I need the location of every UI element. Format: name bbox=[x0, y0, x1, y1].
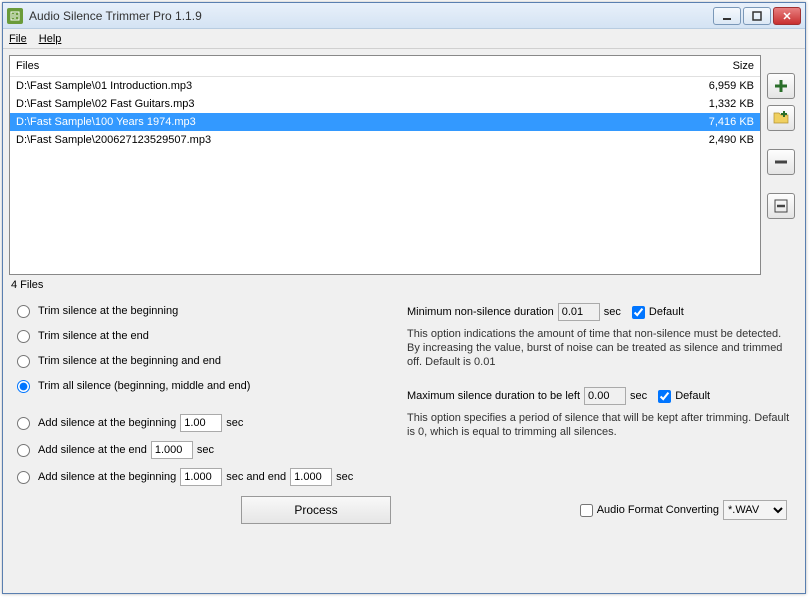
file-area: Files Size D:\Fast Sample\01 Introductio… bbox=[9, 55, 761, 299]
format-select[interactable]: *.WAV bbox=[723, 500, 787, 520]
file-name-cell: D:\Fast Sample\200627123529507.mp3 bbox=[16, 132, 674, 148]
max-duration-label: Maximum silence duration to be left bbox=[407, 390, 580, 402]
min-default-label: Default bbox=[649, 306, 684, 318]
trim-options: Trim silence at the beginning Trim silen… bbox=[17, 303, 377, 486]
content-area: Files Size D:\Fast Sample\01 Introductio… bbox=[3, 49, 805, 593]
clear-all-button[interactable] bbox=[767, 193, 795, 219]
max-duration-value[interactable] bbox=[584, 387, 626, 405]
radio-add-begin-input[interactable] bbox=[17, 417, 30, 430]
add-end-value[interactable] bbox=[151, 441, 193, 459]
min-default-checkbox[interactable] bbox=[632, 306, 645, 319]
duration-options: Minimum non-silence duration sec Default… bbox=[407, 303, 791, 486]
remove-file-button[interactable] bbox=[767, 149, 795, 175]
radio-add-both[interactable]: Add silence at the beginning sec and end… bbox=[17, 468, 377, 486]
menu-file[interactable]: File bbox=[9, 33, 27, 45]
menu-bar: File Help bbox=[3, 29, 805, 49]
file-name-cell: D:\Fast Sample\100 Years 1974.mp3 bbox=[16, 114, 674, 130]
radio-add-begin-label: Add silence at the beginning bbox=[38, 415, 176, 431]
radio-trim-end[interactable]: Trim silence at the end bbox=[17, 328, 377, 344]
close-icon bbox=[782, 11, 792, 21]
minus-icon bbox=[773, 154, 789, 170]
radio-trim-begin-input[interactable] bbox=[17, 305, 30, 318]
header-size[interactable]: Size bbox=[674, 60, 754, 72]
radio-add-end-input[interactable] bbox=[17, 444, 30, 457]
radio-add-both-label-b: sec and end bbox=[226, 469, 286, 485]
maximize-button[interactable] bbox=[743, 7, 771, 25]
add-folder-button[interactable] bbox=[767, 105, 795, 131]
radio-add-begin[interactable]: Add silence at the beginning sec bbox=[17, 414, 377, 432]
radio-add-both-label-a: Add silence at the beginning bbox=[38, 469, 176, 485]
maximize-icon bbox=[752, 11, 762, 21]
file-size-cell: 1,332 KB bbox=[674, 96, 754, 112]
max-default-checkbox[interactable] bbox=[658, 390, 671, 403]
file-list-header: Files Size bbox=[10, 56, 760, 77]
format-convert-checkbox[interactable] bbox=[580, 504, 593, 517]
minimize-button[interactable] bbox=[713, 7, 741, 25]
sec-label: sec bbox=[226, 415, 243, 431]
add-file-button[interactable] bbox=[767, 73, 795, 99]
file-size-cell: 6,959 KB bbox=[674, 78, 754, 94]
table-row[interactable]: D:\Fast Sample\01 Introduction.mp36,959 … bbox=[10, 77, 760, 95]
radio-trim-all-input[interactable] bbox=[17, 380, 30, 393]
radio-add-both-input[interactable] bbox=[17, 471, 30, 484]
table-row[interactable]: D:\Fast Sample\02 Fast Guitars.mp31,332 … bbox=[10, 95, 760, 113]
radio-add-end-label: Add silence at the end bbox=[38, 442, 147, 458]
minimize-icon bbox=[722, 11, 732, 21]
header-files[interactable]: Files bbox=[16, 60, 674, 72]
add-both-begin-value[interactable] bbox=[180, 468, 222, 486]
radio-trim-end-input[interactable] bbox=[17, 330, 30, 343]
file-name-cell: D:\Fast Sample\01 Introduction.mp3 bbox=[16, 78, 674, 94]
radio-trim-both-input[interactable] bbox=[17, 355, 30, 368]
sec-label: sec bbox=[604, 306, 621, 318]
bottom-bar: Process Audio Format Converting *.WAV bbox=[9, 486, 799, 528]
sec-label: sec bbox=[336, 469, 353, 485]
window-title: Audio Silence Trimmer Pro 1.1.9 bbox=[29, 9, 713, 23]
min-duration-value[interactable] bbox=[558, 303, 600, 321]
file-size-cell: 2,490 KB bbox=[674, 132, 754, 148]
plus-icon bbox=[773, 78, 789, 94]
clear-icon bbox=[773, 198, 789, 214]
process-button[interactable]: Process bbox=[241, 496, 391, 524]
max-duration-row: Maximum silence duration to be left sec … bbox=[407, 387, 791, 405]
radio-add-end[interactable]: Add silence at the end sec bbox=[17, 441, 377, 459]
title-bar: Audio Silence Trimmer Pro 1.1.9 bbox=[3, 3, 805, 29]
radio-trim-begin-label: Trim silence at the beginning bbox=[38, 303, 178, 319]
radio-trim-both[interactable]: Trim silence at the beginning and end bbox=[17, 353, 377, 369]
close-button[interactable] bbox=[773, 7, 801, 25]
sec-label: sec bbox=[197, 442, 214, 458]
sec-label: sec bbox=[630, 390, 647, 402]
min-duration-desc: This option indications the amount of ti… bbox=[407, 327, 791, 369]
add-both-end-value[interactable] bbox=[290, 468, 332, 486]
main-window: Audio Silence Trimmer Pro 1.1.9 File Hel… bbox=[2, 2, 806, 594]
upper-panel: Files Size D:\Fast Sample\01 Introductio… bbox=[9, 55, 799, 299]
table-row[interactable]: D:\Fast Sample\200627123529507.mp32,490 … bbox=[10, 131, 760, 149]
menu-help[interactable]: Help bbox=[39, 33, 62, 45]
radio-trim-both-label: Trim silence at the beginning and end bbox=[38, 353, 221, 369]
file-name-cell: D:\Fast Sample\02 Fast Guitars.mp3 bbox=[16, 96, 674, 112]
lower-panel: Trim silence at the beginning Trim silen… bbox=[9, 299, 799, 486]
radio-trim-begin[interactable]: Trim silence at the beginning bbox=[17, 303, 377, 319]
add-begin-value[interactable] bbox=[180, 414, 222, 432]
format-convert-label: Audio Format Converting bbox=[597, 504, 719, 516]
max-default-label: Default bbox=[675, 390, 710, 402]
folder-plus-icon bbox=[773, 110, 789, 126]
max-duration-desc: This option specifies a period of silenc… bbox=[407, 411, 791, 439]
file-count: 4 Files bbox=[9, 275, 761, 299]
window-controls bbox=[713, 7, 801, 25]
side-buttons bbox=[767, 55, 799, 299]
format-convert-row: Audio Format Converting *.WAV bbox=[580, 500, 787, 520]
min-duration-label: Minimum non-silence duration bbox=[407, 306, 554, 318]
radio-trim-all[interactable]: Trim all silence (beginning, middle and … bbox=[17, 378, 377, 394]
file-list[interactable]: Files Size D:\Fast Sample\01 Introductio… bbox=[9, 55, 761, 275]
table-row[interactable]: D:\Fast Sample\100 Years 1974.mp37,416 K… bbox=[10, 113, 760, 131]
min-duration-row: Minimum non-silence duration sec Default bbox=[407, 303, 791, 321]
radio-trim-end-label: Trim silence at the end bbox=[38, 328, 149, 344]
file-size-cell: 7,416 KB bbox=[674, 114, 754, 130]
app-icon bbox=[7, 8, 23, 24]
radio-trim-all-label: Trim all silence (beginning, middle and … bbox=[38, 378, 250, 394]
